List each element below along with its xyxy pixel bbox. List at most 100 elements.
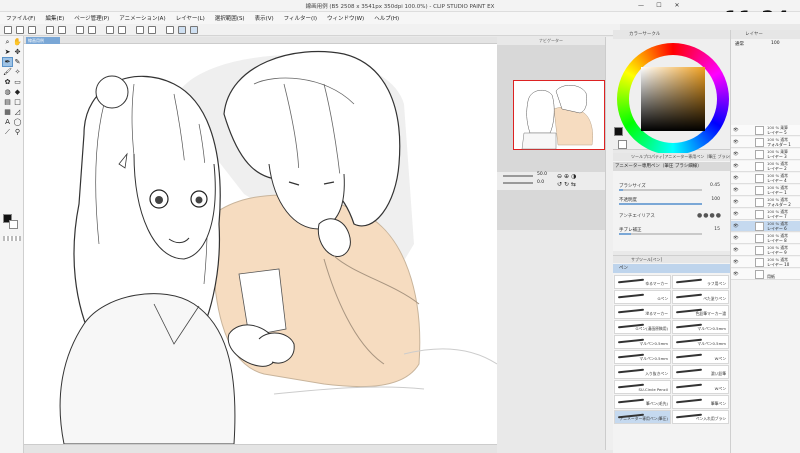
new-file-icon[interactable]: [4, 26, 12, 34]
menu-window[interactable]: ウィンドウ(W): [327, 14, 364, 22]
opacity-value[interactable]: 100: [711, 197, 720, 202]
decoration-tool-icon[interactable]: ✿: [3, 78, 12, 86]
layer-row[interactable]: 👁 100 % 通常 レイヤー 6: [731, 221, 800, 232]
navigator-preview[interactable]: [513, 80, 605, 150]
transparent-color-swatch[interactable]: [3, 236, 21, 241]
layer-row[interactable]: 👁 用紙: [731, 269, 800, 280]
undo-icon[interactable]: [46, 26, 54, 34]
eyedropper-tool-icon[interactable]: ⚲: [13, 128, 22, 136]
brush-item[interactable]: 滲るマーカー: [614, 305, 671, 319]
layer-row[interactable]: 👁 100 % 通常 レイヤー 1: [731, 185, 800, 196]
save-icon[interactable]: [28, 26, 36, 34]
visibility-eye-icon[interactable]: 👁: [733, 176, 739, 181]
opacity-slider[interactable]: [619, 203, 702, 205]
maximize-button[interactable]: ☐: [650, 0, 668, 11]
opacity-row[interactable]: 不透明度 100: [615, 195, 728, 206]
layer-row[interactable]: 👁 100 % 通常 レイヤー 2: [731, 161, 800, 172]
visibility-eye-icon[interactable]: 👁: [733, 212, 739, 217]
zoom-value[interactable]: 50.0: [537, 172, 547, 177]
zoom-tool-icon[interactable]: ⌕: [3, 38, 12, 46]
brush-item[interactable]: ゆるマーカー: [614, 275, 671, 289]
brush-item[interactable]: 色鉛筆マーカー濃: [672, 305, 729, 319]
menu-animation[interactable]: アニメーション(A): [119, 14, 165, 22]
sub-color-swatch[interactable]: [9, 220, 18, 229]
menu-select[interactable]: 選択範囲(S): [215, 14, 245, 22]
layer-row[interactable]: 👁 100 % 通常 レイヤー 7: [731, 209, 800, 220]
menu-page[interactable]: ページ管理(P): [74, 14, 109, 22]
brush-item[interactable]: 濃い鉛筆: [672, 365, 729, 379]
panel-scrollbar[interactable]: [605, 37, 613, 450]
ruler-tool-icon[interactable]: ◿: [13, 108, 22, 116]
layer-row[interactable]: 👁 100 % 乗算 レイヤー 5: [731, 125, 800, 136]
menu-help[interactable]: ヘルプ(H): [374, 14, 399, 22]
drawing-canvas[interactable]: [24, 44, 497, 444]
invert-selection-icon[interactable]: [136, 26, 144, 34]
angle-value[interactable]: 0.0: [537, 180, 544, 185]
rotate-buttons[interactable]: ↺↻⇆: [557, 181, 578, 188]
hand-tool-icon[interactable]: ✋: [13, 38, 22, 46]
deselect-icon[interactable]: [106, 26, 114, 34]
sub-tool-group[interactable]: ペン: [613, 264, 730, 273]
brush-item[interactable]: ラフ用ペン: [672, 275, 729, 289]
visibility-eye-icon[interactable]: 👁: [733, 236, 739, 241]
snap-ruler-icon[interactable]: [166, 26, 174, 34]
text-tool-icon[interactable]: A: [3, 118, 12, 126]
brush-item[interactable]: ペン入れ用ブラシ: [672, 410, 729, 424]
layer-opacity-value[interactable]: 100: [771, 41, 780, 46]
eraser-tool-icon[interactable]: ▭: [13, 78, 22, 86]
crop-icon[interactable]: [118, 26, 126, 34]
layer-row[interactable]: 👁 100 % 乗算 レイヤー 3: [731, 149, 800, 160]
brush-item[interactable]: マルペン0.5mm: [672, 335, 729, 349]
visibility-eye-icon[interactable]: 👁: [733, 128, 739, 133]
layer-row[interactable]: 👁 100 % 通常 レイヤー 10: [731, 257, 800, 268]
menu-layer[interactable]: レイヤー(L): [176, 14, 205, 22]
redo-icon[interactable]: [58, 26, 66, 34]
zoom-slider[interactable]: [503, 175, 533, 177]
stabilization-slider[interactable]: [619, 233, 702, 235]
transform-icon[interactable]: [88, 26, 96, 34]
balloon-tool-icon[interactable]: ◯: [13, 118, 22, 126]
main-color-chip[interactable]: [614, 127, 623, 136]
brush-item[interactable]: Gペン(漫画原稿用): [614, 320, 671, 334]
clear-icon[interactable]: [76, 26, 84, 34]
brush-item[interactable]: アニメーター専用ペン(筆圧): [614, 410, 671, 424]
operation-tool-icon[interactable]: ➤: [3, 48, 12, 56]
brush-tool-icon[interactable]: 🖌: [3, 68, 12, 76]
layer-row[interactable]: 👁 100 % 通常 レイヤー 8: [731, 233, 800, 244]
canvas-tab[interactable]: 線画用例: [26, 37, 60, 44]
saturation-value-square[interactable]: [641, 67, 705, 131]
zoom-buttons[interactable]: ⊖⊕◑: [557, 173, 578, 180]
layer-row[interactable]: 👁 100 % 通常 レイヤー 4: [731, 173, 800, 184]
snap-grid-icon[interactable]: [190, 26, 198, 34]
brush-item[interactable]: Gペン: [614, 290, 671, 304]
close-button[interactable]: ✕: [668, 0, 686, 11]
rotate-slider[interactable]: [503, 182, 533, 184]
minimize-button[interactable]: —: [632, 0, 650, 11]
correct-line-tool-icon[interactable]: ⟋: [3, 128, 12, 136]
blend-mode-select[interactable]: 通常: [735, 41, 744, 47]
visibility-eye-icon[interactable]: 👁: [733, 272, 739, 277]
brush-item[interactable]: 入り抜きペン: [614, 365, 671, 379]
menu-file[interactable]: ファイル(F): [6, 14, 35, 22]
airbrush-tool-icon[interactable]: ✧: [13, 68, 22, 76]
sub-color-chip[interactable]: [618, 140, 627, 149]
menu-filter[interactable]: フィルター(I): [284, 14, 317, 22]
visibility-eye-icon[interactable]: 👁: [733, 224, 739, 229]
visibility-eye-icon[interactable]: 👁: [733, 152, 739, 157]
brush-item[interactable]: マルペン0.5mm: [672, 320, 729, 334]
antialias-row[interactable]: アンチエイリアス ●●●●: [615, 211, 728, 222]
brush-item[interactable]: 筆ペン(毛先): [614, 395, 671, 409]
visibility-eye-icon[interactable]: 👁: [733, 140, 739, 145]
brush-item[interactable]: Wペン: [672, 350, 729, 364]
visibility-eye-icon[interactable]: 👁: [733, 188, 739, 193]
stabilization-value[interactable]: 15: [714, 227, 720, 232]
pen-tool-icon[interactable]: ✒: [2, 57, 13, 67]
figure-tool-icon[interactable]: □: [13, 98, 22, 106]
brush-size-row[interactable]: ブラシサイズ 0.45: [615, 181, 728, 192]
antialias-options[interactable]: ●●●●: [697, 212, 722, 219]
brush-item[interactable]: ぺた塗りペン: [672, 290, 729, 304]
visibility-eye-icon[interactable]: 👁: [733, 200, 739, 205]
layer-row[interactable]: 👁 100 % 通常 フォルダー 1: [731, 137, 800, 148]
fill-icon[interactable]: [148, 26, 156, 34]
move-layer-icon[interactable]: ✥: [13, 48, 22, 56]
